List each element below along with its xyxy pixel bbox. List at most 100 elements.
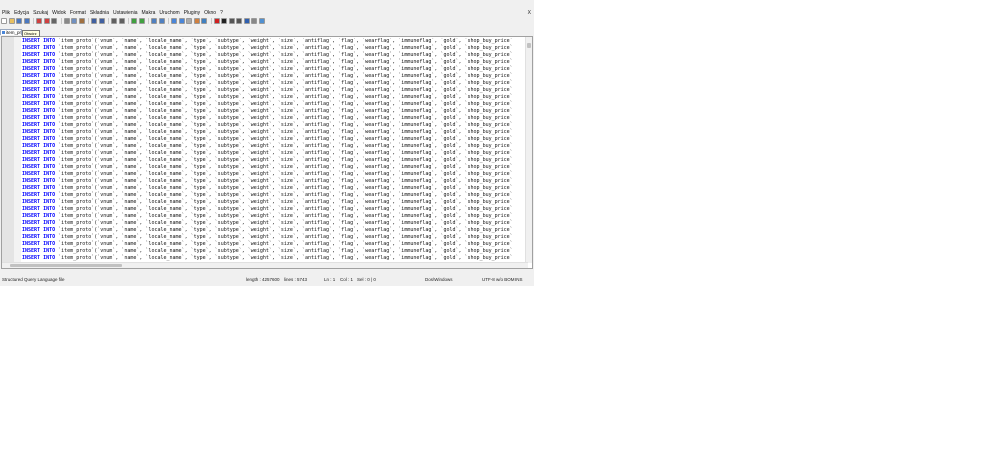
- zoom-out-icon[interactable]: [138, 18, 145, 24]
- menu-item[interactable]: Szukaj: [31, 9, 50, 17]
- play-multi-icon[interactable]: [236, 18, 242, 24]
- wrap-icon[interactable]: [171, 18, 177, 24]
- find-icon[interactable]: [111, 18, 117, 24]
- code-line[interactable]: 27INSERT INTO `item_proto`(`vnum`, `name…: [22, 220, 527, 227]
- menu-item[interactable]: Makra: [140, 9, 158, 17]
- code-line[interactable]: 23INSERT INTO `item_proto`(`vnum`, `name…: [22, 192, 527, 199]
- code-line[interactable]: 15INSERT INTO `item_proto`(`vnum`, `name…: [22, 136, 527, 143]
- sql-keyword: INSERT INTO: [22, 136, 56, 142]
- code-line[interactable]: 3INSERT INTO `item_proto`(`vnum`, `name`…: [22, 52, 527, 59]
- code-area[interactable]: 1INSERT INTO `item_proto`(`vnum`, `name`…: [22, 38, 527, 264]
- sql-keyword: INSERT INTO: [22, 185, 56, 191]
- copy-icon[interactable]: [71, 18, 77, 24]
- doc-map-icon[interactable]: [201, 18, 207, 24]
- code-line[interactable]: 10INSERT INTO `item_proto`(`vnum`, `name…: [22, 101, 527, 108]
- sql-keyword: INSERT INTO: [22, 206, 56, 212]
- sql-text: `item_proto`(`vnum`, `name`, `locale_nam…: [55, 227, 513, 233]
- stop-icon[interactable]: [221, 18, 227, 24]
- code-line[interactable]: 2INSERT INTO `item_proto`(`vnum`, `name`…: [22, 45, 527, 52]
- menu-item[interactable]: Widok: [50, 9, 68, 17]
- code-line[interactable]: 31INSERT INTO `item_proto`(`vnum`, `name…: [22, 248, 527, 255]
- menu-item[interactable]: Składnia: [88, 9, 111, 17]
- code-line[interactable]: 5INSERT INTO `item_proto`(`vnum`, `name`…: [22, 66, 527, 73]
- menu-item[interactable]: Ustawienia: [111, 9, 139, 17]
- close-document-button[interactable]: X: [528, 9, 531, 17]
- tab-bar: item_pro: [0, 27, 534, 35]
- status-col: Col : 1: [340, 277, 354, 282]
- vertical-scroll-thumb[interactable]: [527, 43, 531, 48]
- print-icon[interactable]: [51, 18, 57, 24]
- code-line[interactable]: 21INSERT INTO `item_proto`(`vnum`, `name…: [22, 178, 527, 185]
- undo-icon[interactable]: [91, 18, 97, 24]
- code-line[interactable]: 25INSERT INTO `item_proto`(`vnum`, `name…: [22, 206, 527, 213]
- fold-margin: [14, 37, 21, 268]
- save-macro-icon[interactable]: [243, 18, 250, 24]
- code-line[interactable]: 8INSERT INTO `item_proto`(`vnum`, `name`…: [22, 87, 527, 94]
- redo-icon[interactable]: [98, 18, 105, 24]
- sql-keyword: INSERT INTO: [22, 220, 56, 226]
- code-line[interactable]: 32INSERT INTO `item_proto`(`vnum`, `name…: [22, 255, 527, 262]
- code-line[interactable]: 11INSERT INTO `item_proto`(`vnum`, `name…: [22, 108, 527, 115]
- horizontal-scrollbar[interactable]: [2, 262, 528, 268]
- menu-item[interactable]: Uruchom: [157, 9, 181, 17]
- tab-item-proto[interactable]: item_pro: [0, 29, 22, 35]
- code-line[interactable]: 30INSERT INTO `item_proto`(`vnum`, `name…: [22, 241, 527, 248]
- sql-text: `item_proto`(`vnum`, `name`, `locale_nam…: [55, 255, 513, 261]
- menu-item[interactable]: Edycja: [12, 9, 31, 17]
- replace-icon[interactable]: [118, 18, 125, 24]
- all-chars-icon[interactable]: [178, 18, 185, 24]
- sql-text: `item_proto`(`vnum`, `name`, `locale_nam…: [55, 94, 513, 100]
- menu-item[interactable]: Pluginy: [182, 9, 202, 17]
- code-line[interactable]: 13INSERT INTO `item_proto`(`vnum`, `name…: [22, 122, 527, 129]
- zoom-in-icon[interactable]: [131, 18, 137, 24]
- cut-icon[interactable]: [63, 18, 70, 24]
- menu-item[interactable]: Okno: [202, 9, 218, 17]
- sql-text: `item_proto`(`vnum`, `name`, `locale_nam…: [55, 129, 513, 135]
- menu-item[interactable]: Format: [68, 9, 88, 17]
- code-line[interactable]: 9INSERT INTO `item_proto`(`vnum`, `name`…: [22, 94, 527, 101]
- sync-h-icon[interactable]: [158, 18, 165, 24]
- code-line[interactable]: 26INSERT INTO `item_proto`(`vnum`, `name…: [22, 213, 527, 220]
- code-line[interactable]: 20INSERT INTO `item_proto`(`vnum`, `name…: [22, 171, 527, 178]
- code-line[interactable]: 28INSERT INTO `item_proto`(`vnum`, `name…: [22, 227, 527, 234]
- udl-icon[interactable]: [193, 18, 200, 24]
- paste-icon[interactable]: [78, 18, 85, 24]
- close-icon[interactable]: [36, 18, 42, 24]
- code-line[interactable]: 17INSERT INTO `item_proto`(`vnum`, `name…: [22, 150, 527, 157]
- open-icon[interactable]: [8, 18, 15, 24]
- trim-icon[interactable]: [251, 18, 257, 24]
- close-all-icon[interactable]: [43, 18, 50, 24]
- sync-v-icon[interactable]: [151, 18, 157, 24]
- run-icon[interactable]: [258, 18, 265, 24]
- code-line[interactable]: 19INSERT INTO `item_proto`(`vnum`, `name…: [22, 164, 527, 171]
- save-all-icon[interactable]: [23, 18, 30, 24]
- sql-keyword: INSERT INTO: [22, 157, 56, 163]
- code-line[interactable]: 18INSERT INTO `item_proto`(`vnum`, `name…: [22, 157, 527, 164]
- save-icon[interactable]: [16, 18, 22, 24]
- sql-keyword: INSERT INTO: [22, 192, 56, 198]
- code-line[interactable]: 7INSERT INTO `item_proto`(`vnum`, `name`…: [22, 80, 527, 87]
- code-line[interactable]: 14INSERT INTO `item_proto`(`vnum`, `name…: [22, 129, 527, 136]
- sql-keyword: INSERT INTO: [22, 108, 56, 114]
- toolbar-separator: [168, 18, 169, 24]
- code-line[interactable]: 22INSERT INTO `item_proto`(`vnum`, `name…: [22, 185, 527, 192]
- code-line[interactable]: 12INSERT INTO `item_proto`(`vnum`, `name…: [22, 115, 527, 122]
- status-length: length : 4257600: [246, 277, 280, 282]
- horizontal-scroll-thumb[interactable]: [10, 264, 122, 267]
- code-line[interactable]: 16INSERT INTO `item_proto`(`vnum`, `name…: [22, 143, 527, 150]
- code-line[interactable]: 1INSERT INTO `item_proto`(`vnum`, `name`…: [22, 38, 527, 45]
- record-icon[interactable]: [213, 18, 220, 24]
- code-line[interactable]: 4INSERT INTO `item_proto`(`vnum`, `name`…: [22, 59, 527, 66]
- sql-keyword: INSERT INTO: [22, 101, 56, 107]
- code-line[interactable]: 24INSERT INTO `item_proto`(`vnum`, `name…: [22, 199, 527, 206]
- menu-item[interactable]: ?: [218, 9, 225, 17]
- play-icon[interactable]: [228, 18, 235, 24]
- editor-pane[interactable]: 1INSERT INTO `item_proto`(`vnum`, `name`…: [1, 36, 533, 269]
- new-icon[interactable]: [1, 18, 7, 24]
- code-line[interactable]: 6INSERT INTO `item_proto`(`vnum`, `name`…: [22, 73, 527, 80]
- vertical-scrollbar[interactable]: [525, 37, 532, 263]
- menu-item[interactable]: Plik: [0, 9, 12, 17]
- indent-guide-icon[interactable]: [186, 18, 192, 24]
- code-line[interactable]: 29INSERT INTO `item_proto`(`vnum`, `name…: [22, 234, 527, 241]
- sql-text: `item_proto`(`vnum`, `name`, `locale_nam…: [55, 122, 513, 128]
